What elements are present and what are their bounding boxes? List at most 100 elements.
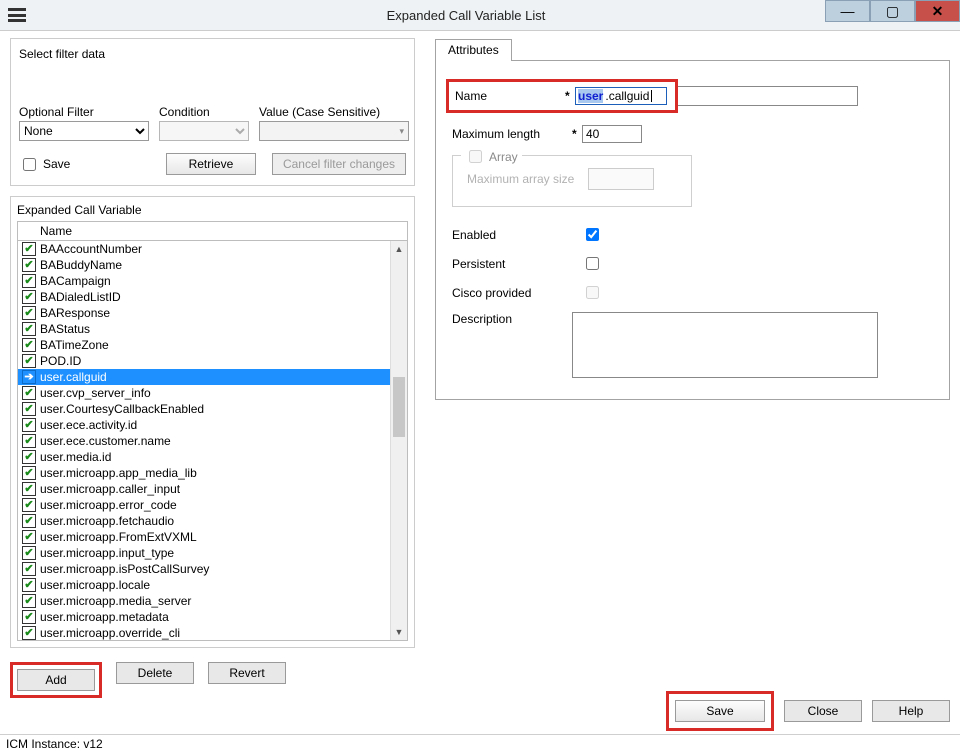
list-item[interactable]: ✔BATimeZone bbox=[18, 337, 391, 353]
delete-button[interactable]: Delete bbox=[116, 662, 194, 684]
check-icon: ✔ bbox=[22, 482, 36, 496]
footer-actions: Save Close Help bbox=[666, 691, 950, 731]
variable-list-column-header[interactable]: Name bbox=[17, 221, 408, 240]
list-item[interactable]: ✔user.cvp_server_info bbox=[18, 385, 391, 401]
list-item-label: user.CourtesyCallbackEnabled bbox=[40, 402, 204, 416]
list-item[interactable]: ✔ BAAccountNumber bbox=[18, 241, 391, 257]
scroll-thumb[interactable] bbox=[393, 377, 405, 437]
titlebar: Expanded Call Variable List — ▢ ✕ bbox=[0, 0, 960, 31]
status-bar: ICM Instance: v12 bbox=[0, 734, 960, 753]
check-icon: ✔ bbox=[22, 498, 36, 512]
check-icon: ✔ bbox=[22, 402, 36, 416]
list-item-label: BAStatus bbox=[40, 322, 90, 336]
maxlen-row: Maximum length * bbox=[452, 125, 933, 143]
list-item[interactable]: ✔user.ece.customer.name bbox=[18, 433, 391, 449]
list-item[interactable]: ✔ user.microapp.caller_input bbox=[18, 481, 391, 497]
revert-button[interactable]: Revert bbox=[208, 662, 286, 684]
check-icon: ✔ bbox=[22, 562, 36, 576]
check-icon: ✔ bbox=[22, 354, 36, 368]
scroll-up-icon[interactable]: ▲ bbox=[391, 241, 407, 257]
list-item[interactable]: ✔user.microapp.FromExtVXML bbox=[18, 529, 391, 545]
list-item-label: user.media.id bbox=[40, 450, 111, 464]
save-button[interactable]: Save bbox=[675, 700, 765, 722]
list-item-label: BAAccountNumber bbox=[40, 242, 142, 256]
list-item-label: user.ece.activity.id bbox=[40, 418, 137, 432]
close-window-button[interactable]: Close bbox=[784, 700, 862, 722]
client-area: Select filter data Optional Filter None … bbox=[0, 30, 960, 735]
variable-list[interactable]: ✔BAAccountNumber✔BABuddyName✔BACampaign✔… bbox=[18, 241, 391, 640]
list-item[interactable]: ✔user.microapp.app_media_lib bbox=[18, 465, 391, 481]
list-actions: Add Delete Revert bbox=[10, 662, 415, 698]
value-input[interactable] bbox=[259, 121, 409, 141]
scroll-down-icon[interactable]: ▼ bbox=[391, 624, 407, 640]
scrollbar[interactable]: ▲ ▼ bbox=[390, 241, 407, 640]
check-icon: ✔ bbox=[22, 514, 36, 528]
name-value-prefix: user bbox=[578, 89, 603, 103]
array-checkbox[interactable] bbox=[469, 150, 482, 163]
list-item[interactable]: ✔ user.microapp.input_type bbox=[18, 545, 391, 561]
minimize-button[interactable]: — bbox=[825, 0, 870, 22]
list-item[interactable]: ✔ user.microapp.locale bbox=[18, 577, 391, 593]
list-item[interactable]: ✔BAResponse bbox=[18, 305, 391, 321]
save-filter-check-input[interactable] bbox=[23, 158, 36, 171]
check-icon: ✔ bbox=[22, 242, 36, 256]
enabled-checkbox[interactable] bbox=[586, 228, 599, 241]
check-icon: ✔ bbox=[22, 546, 36, 560]
maximize-button[interactable]: ▢ bbox=[870, 0, 915, 22]
right-column: Attributes Name * user.callguid bbox=[435, 38, 950, 698]
persistent-checkbox[interactable] bbox=[586, 257, 599, 270]
list-item-label: user.cvp_server_info bbox=[40, 386, 151, 400]
list-item-label: POD.ID bbox=[40, 354, 81, 368]
name-value-suffix: .callguid bbox=[605, 89, 649, 103]
check-icon: ✔ bbox=[22, 338, 36, 352]
list-item-label: user.microapp.caller_input bbox=[40, 482, 180, 496]
list-item[interactable]: ✔ user.ece.activity.id bbox=[18, 417, 391, 433]
cisco-provided-label: Cisco provided bbox=[452, 286, 582, 300]
list-item[interactable]: ✔BABuddyName bbox=[18, 257, 391, 273]
list-item[interactable]: ✔user.microapp.media_server bbox=[18, 593, 391, 609]
description-textarea[interactable] bbox=[572, 312, 878, 378]
list-item[interactable]: ✔BADialedListID bbox=[18, 289, 391, 305]
optional-filter-select[interactable]: None bbox=[19, 121, 149, 141]
variable-list-label: Expanded Call Variable bbox=[17, 203, 408, 217]
scroll-track[interactable] bbox=[391, 257, 407, 624]
check-icon: ✔ bbox=[22, 418, 36, 432]
check-icon: ✔ bbox=[22, 578, 36, 592]
list-item[interactable]: ✔user.microapp.metadata bbox=[18, 609, 391, 625]
list-item[interactable]: ✔ user.microapp.error_code bbox=[18, 497, 391, 513]
maxlen-input[interactable] bbox=[582, 125, 642, 143]
condition-select[interactable] bbox=[159, 121, 249, 141]
retrieve-button[interactable]: Retrieve bbox=[166, 153, 256, 175]
list-item-label: user.microapp.error_code bbox=[40, 498, 177, 512]
list-item[interactable]: ✔user.media.id bbox=[18, 449, 391, 465]
list-item-label: user.microapp.metadata bbox=[40, 610, 169, 624]
tab-attributes[interactable]: Attributes bbox=[435, 39, 512, 61]
variable-list-box: ✔BAAccountNumber✔BABuddyName✔BACampaign✔… bbox=[17, 240, 408, 641]
close-button[interactable]: ✕ bbox=[915, 0, 960, 22]
array-label: Array bbox=[489, 150, 518, 164]
list-item[interactable]: ✔BACampaign bbox=[18, 273, 391, 289]
left-column: Select filter data Optional Filter None … bbox=[10, 38, 415, 698]
list-item[interactable]: ✔ user.CourtesyCallbackEnabled bbox=[18, 401, 391, 417]
list-item-label: user.microapp.override_cli bbox=[40, 626, 180, 640]
list-item-label: user.microapp.input_type bbox=[40, 546, 174, 560]
list-item-label: user.microapp.locale bbox=[40, 578, 150, 592]
persistent-label: Persistent bbox=[452, 257, 582, 271]
list-item[interactable]: ➔user.callguid bbox=[18, 369, 391, 385]
filter-section-label: Select filter data bbox=[19, 47, 406, 61]
list-item[interactable]: ✔user.microapp.fetchaudio bbox=[18, 513, 391, 529]
check-icon: ✔ bbox=[22, 258, 36, 272]
check-icon: ✔ bbox=[22, 594, 36, 608]
add-button[interactable]: Add bbox=[17, 669, 95, 691]
list-item[interactable]: ✔BAStatus bbox=[18, 321, 391, 337]
name-input-ext[interactable] bbox=[678, 86, 858, 106]
list-item-label: BADialedListID bbox=[40, 290, 121, 304]
save-filter-checkbox[interactable]: Save bbox=[19, 155, 70, 174]
cancel-filter-button[interactable]: Cancel filter changes bbox=[272, 153, 406, 175]
list-item[interactable]: ✔user.microapp.isPostCallSurvey bbox=[18, 561, 391, 577]
list-item[interactable]: ✔user.microapp.override_cli bbox=[18, 625, 391, 640]
filter-group: Select filter data Optional Filter None … bbox=[10, 38, 415, 186]
save-filter-label: Save bbox=[43, 157, 70, 171]
list-item[interactable]: ✔ POD.ID bbox=[18, 353, 391, 369]
help-button[interactable]: Help bbox=[872, 700, 950, 722]
